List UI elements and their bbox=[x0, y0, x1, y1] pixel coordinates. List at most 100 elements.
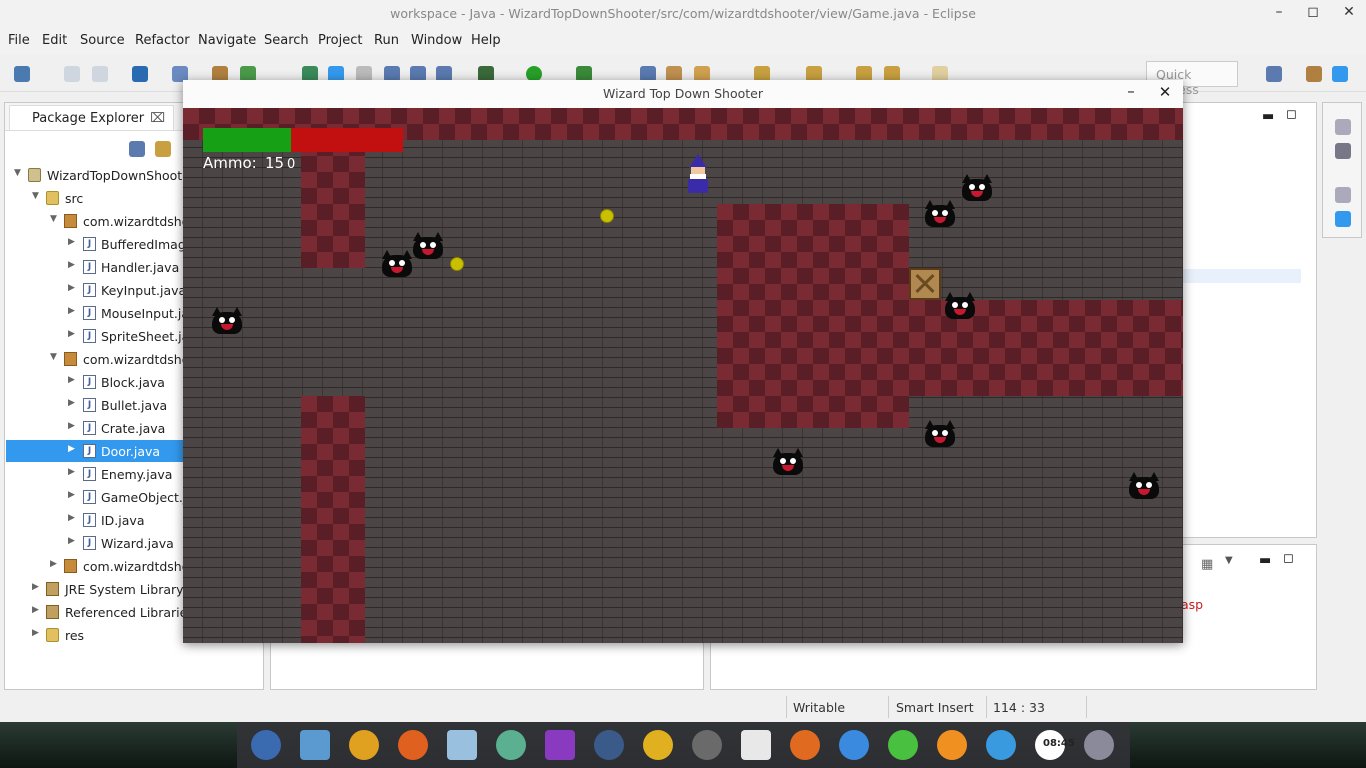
ammo-pickup bbox=[600, 209, 614, 223]
status-separator bbox=[888, 696, 889, 718]
close-icon[interactable]: ✕ bbox=[1153, 83, 1177, 101]
tree-item-label: WizardTopDownShooter bbox=[47, 168, 196, 183]
chevron-right-icon[interactable]: ▶ bbox=[68, 375, 78, 385]
sync-icon[interactable] bbox=[937, 730, 967, 760]
menu-navigate[interactable]: Navigate bbox=[198, 33, 256, 48]
save-icon[interactable] bbox=[64, 66, 80, 82]
minimize-icon[interactable]: – bbox=[1264, 4, 1294, 20]
chevron-down-icon[interactable]: ▼ bbox=[50, 214, 60, 224]
chevron-right-icon[interactable]: ▶ bbox=[68, 283, 78, 293]
status-separator bbox=[1086, 696, 1087, 718]
tree-item-label: Referenced Libraries bbox=[65, 605, 194, 620]
restore-icon[interactable] bbox=[1335, 187, 1351, 203]
power-icon[interactable] bbox=[888, 730, 918, 760]
close-icon[interactable]: ⌧ bbox=[150, 111, 165, 126]
wizard-player bbox=[683, 154, 713, 194]
chevron-right-icon[interactable]: ▶ bbox=[32, 582, 42, 592]
maximize-icon[interactable]: ◻ bbox=[1283, 551, 1294, 566]
chevron-down-icon[interactable]: ▼ bbox=[14, 168, 24, 178]
chevron-right-icon[interactable]: ▶ bbox=[68, 421, 78, 431]
chevron-right-icon[interactable]: ▶ bbox=[68, 237, 78, 247]
chevron-down-icon[interactable]: ▼ bbox=[32, 191, 42, 201]
tree-item-label: res bbox=[65, 628, 85, 643]
menu-help[interactable]: Help bbox=[471, 33, 501, 48]
game-window[interactable]: Wizard Top Down Shooter – ✕ Ammo: 15 0 bbox=[183, 80, 1183, 643]
chevron-right-icon[interactable]: ▶ bbox=[68, 260, 78, 270]
close-icon[interactable]: ✕ bbox=[1334, 4, 1364, 20]
tree-item-label: Enemy.java bbox=[101, 467, 173, 482]
link-with-editor-icon[interactable] bbox=[155, 141, 171, 157]
chevron-right-icon[interactable]: ▶ bbox=[68, 398, 78, 408]
phpstorm-icon[interactable] bbox=[545, 730, 575, 760]
java-icon[interactable] bbox=[741, 730, 771, 760]
java-file-icon: J bbox=[83, 329, 96, 343]
chevron-right-icon[interactable]: ▶ bbox=[68, 306, 78, 316]
chevron-right-icon[interactable]: ▶ bbox=[68, 536, 78, 546]
new-console-icon[interactable]: ▦ bbox=[1201, 557, 1213, 572]
current-line-highlight bbox=[1181, 269, 1301, 283]
eclipse-window-title: workspace - Java - WizardTopDownShooter/… bbox=[390, 6, 976, 21]
java-perspective-icon[interactable] bbox=[1332, 66, 1348, 82]
minimize-icon[interactable]: ▬ bbox=[1262, 109, 1274, 124]
menu-window[interactable]: Window bbox=[411, 33, 462, 48]
chevron-right-icon[interactable]: ▶ bbox=[32, 628, 42, 638]
chevron-right-icon[interactable]: ▶ bbox=[68, 490, 78, 500]
wizard-robe bbox=[688, 179, 708, 193]
maximize-icon[interactable]: ◻ bbox=[1286, 107, 1297, 122]
launcher-icon[interactable] bbox=[251, 730, 281, 760]
open-perspective-icon[interactable] bbox=[1266, 66, 1282, 82]
file-manager-icon[interactable] bbox=[300, 730, 330, 760]
virtualbox-icon[interactable] bbox=[447, 730, 477, 760]
package-icon bbox=[64, 214, 77, 228]
favorites-icon[interactable] bbox=[643, 730, 673, 760]
game-titlebar[interactable]: Wizard Top Down Shooter – ✕ bbox=[183, 80, 1183, 108]
trash-icon[interactable] bbox=[1084, 730, 1114, 760]
wizard-hat bbox=[689, 154, 707, 168]
chrome-icon[interactable] bbox=[349, 730, 379, 760]
chevron-right-icon[interactable]: ▶ bbox=[68, 467, 78, 477]
game-canvas[interactable]: Ammo: 15 0 bbox=[183, 108, 1183, 643]
chevron-right-icon[interactable]: ▶ bbox=[50, 559, 60, 569]
menu-search[interactable]: Search bbox=[264, 33, 309, 48]
menu-project[interactable]: Project bbox=[318, 33, 362, 48]
new-icon[interactable] bbox=[14, 66, 30, 82]
package-explorer-tab[interactable]: Package Explorer ⌧ bbox=[9, 105, 175, 130]
tree-item-label: src bbox=[65, 191, 84, 206]
save-all-icon[interactable] bbox=[92, 66, 108, 82]
java-file-icon: J bbox=[83, 398, 96, 412]
chevron-down-icon[interactable]: ▼ bbox=[1225, 555, 1233, 566]
maximize-icon[interactable]: ◻ bbox=[1298, 4, 1328, 20]
collapse-all-icon[interactable] bbox=[129, 141, 145, 157]
minimize-icon[interactable]: ▬ bbox=[1259, 553, 1271, 568]
library-icon bbox=[46, 582, 59, 596]
menu-refactor[interactable]: Refactor bbox=[135, 33, 190, 48]
terminal-icon[interactable] bbox=[132, 66, 148, 82]
java-file-icon: J bbox=[83, 490, 96, 504]
mail-icon[interactable] bbox=[594, 730, 624, 760]
chevron-right-icon[interactable]: ▶ bbox=[68, 513, 78, 523]
java-ee-perspective-icon[interactable] bbox=[1306, 66, 1322, 82]
outline-icon[interactable] bbox=[1335, 143, 1351, 159]
tree-item-label: Bullet.java bbox=[101, 398, 168, 413]
java-file-icon: J bbox=[83, 444, 96, 458]
chevron-right-icon[interactable]: ▶ bbox=[68, 444, 78, 454]
menu-run[interactable]: Run bbox=[374, 33, 399, 48]
menu-file[interactable]: File bbox=[8, 33, 30, 48]
update-icon[interactable] bbox=[790, 730, 820, 760]
status-writable: Writable bbox=[793, 700, 846, 715]
status-insert-mode: Smart Insert bbox=[896, 700, 974, 715]
javafx-ide-icon[interactable] bbox=[692, 730, 722, 760]
minimize-icon[interactable]: – bbox=[1119, 82, 1143, 100]
task-list-icon[interactable] bbox=[1335, 211, 1351, 227]
chevron-down-icon[interactable]: ▼ bbox=[50, 352, 60, 362]
chromium-icon[interactable] bbox=[839, 730, 869, 760]
menu-edit[interactable]: Edit bbox=[42, 33, 67, 48]
firefox-icon[interactable] bbox=[398, 730, 428, 760]
chevron-right-icon[interactable]: ▶ bbox=[68, 329, 78, 339]
atom-icon[interactable] bbox=[496, 730, 526, 760]
menu-source[interactable]: Source bbox=[80, 33, 125, 48]
restore-icon[interactable] bbox=[1335, 119, 1351, 135]
chevron-right-icon[interactable]: ▶ bbox=[32, 605, 42, 615]
wifi-icon[interactable] bbox=[986, 730, 1016, 760]
ammo-pickup bbox=[450, 257, 464, 271]
